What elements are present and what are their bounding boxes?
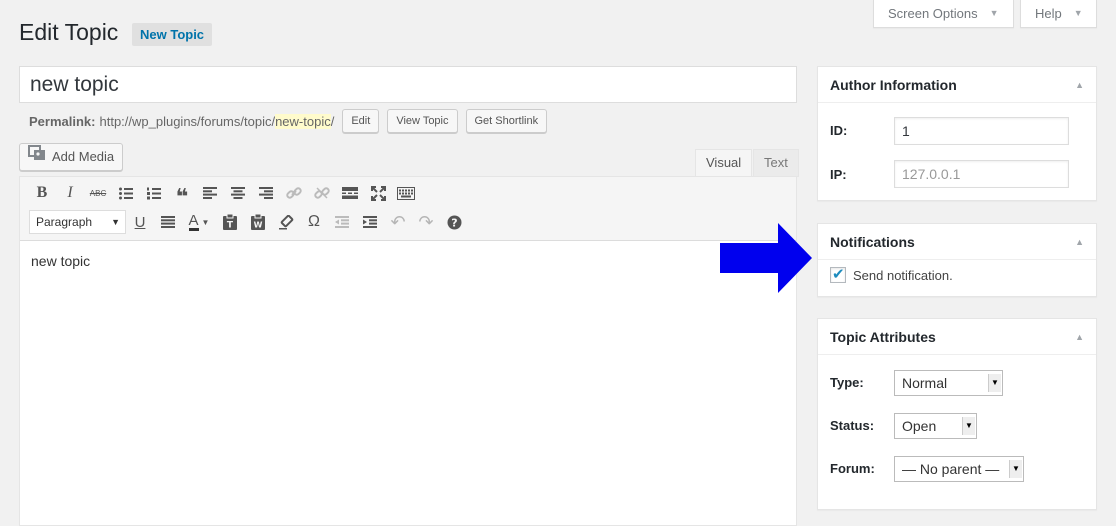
topic-attributes-header[interactable]: Topic Attributes ▲ — [818, 319, 1096, 355]
author-ip-row: IP: — [830, 167, 847, 182]
media-icon — [28, 144, 46, 170]
notifications-header[interactable]: Notifications ▲ — [818, 224, 1096, 260]
send-notification-row: Send notification. — [830, 265, 953, 283]
topic-attributes-title: Topic Attributes — [830, 329, 936, 345]
link-icon[interactable] — [280, 181, 308, 205]
add-media-button[interactable]: Add Media — [19, 143, 124, 171]
chevron-down-icon: ▼ — [989, 8, 999, 18]
unlink-icon[interactable] — [308, 181, 336, 205]
forum-row: Forum: — [830, 461, 875, 476]
svg-text:W: W — [254, 221, 263, 230]
add-media-label: Add Media — [52, 149, 115, 164]
svg-text:?: ? — [451, 216, 457, 229]
paste-word-icon[interactable]: W — [244, 210, 272, 234]
permalink-trail: / — [330, 113, 335, 129]
numbered-list-icon[interactable] — [140, 181, 168, 205]
notifications-title: Notifications — [830, 234, 915, 250]
send-notification-checkbox[interactable] — [830, 265, 846, 283]
read-more-icon[interactable] — [336, 181, 364, 205]
paste-text-icon[interactable]: T — [216, 210, 244, 234]
chevron-down-icon: ▼ — [111, 217, 120, 227]
help-tab[interactable]: Help ▼ — [1020, 0, 1097, 28]
arrow-annotation — [720, 223, 812, 296]
author-id-field[interactable]: 1 — [894, 117, 1069, 145]
tab-text[interactable]: Text — [753, 149, 799, 177]
permalink-label: Permalink: — [29, 113, 96, 129]
bold-icon[interactable]: B — [28, 181, 56, 205]
text-color-icon[interactable]: A ▼ — [182, 210, 216, 234]
topic-attributes-box: Topic Attributes ▲ Type: Normal ▼ Status… — [817, 318, 1097, 510]
format-select[interactable]: Paragraph ▼ — [29, 210, 126, 234]
author-ip-field[interactable]: 127.0.0.1 — [894, 160, 1069, 188]
content-editor: B I ABC ❝ Paragraph ▼ U A ▼ T W Ω ↶ ↷ ? … — [19, 176, 797, 526]
author-information-title: Author Information — [830, 77, 957, 93]
type-row: Type: — [830, 375, 864, 390]
align-right-icon[interactable] — [252, 181, 280, 205]
status-label: Status: — [830, 418, 875, 433]
status-select[interactable]: Open ▼ — [894, 413, 977, 439]
type-select[interactable]: Normal ▼ — [894, 370, 1003, 396]
permalink-base: http://wp_plugins/forums/topic/ — [99, 113, 276, 129]
forum-select-value: — No parent — — [902, 461, 1000, 477]
indent-icon[interactable] — [356, 210, 384, 234]
bullet-list-icon[interactable] — [112, 181, 140, 205]
status-select-value: Open — [902, 418, 937, 434]
new-topic-button[interactable]: New Topic — [132, 23, 213, 46]
type-label: Type: — [830, 375, 864, 390]
author-id-row: ID: — [830, 123, 847, 138]
author-information-header[interactable]: Author Information ▲ — [818, 67, 1096, 103]
notifications-box: Notifications ▲ Send notification. — [817, 223, 1097, 297]
collapse-icon[interactable]: ▲ — [1075, 224, 1084, 260]
toolbar-row-2: Paragraph ▼ U A ▼ T W Ω ↶ ↷ ? — [28, 209, 468, 235]
dropdown-arrow-icon: ▼ — [1009, 460, 1022, 478]
blockquote-icon[interactable]: ❝ — [168, 181, 196, 209]
status-row: Status: — [830, 418, 874, 433]
undo-icon[interactable]: ↶ — [384, 210, 412, 234]
permalink-url[interactable]: http://wp_plugins/forums/topic/new-topic… — [99, 113, 335, 129]
svg-text:T: T — [227, 221, 234, 231]
align-left-icon[interactable] — [196, 181, 224, 205]
author-information-box: Author Information ▲ ID: 1 IP: 127.0.0.1 — [817, 66, 1097, 201]
special-character-icon[interactable]: Ω — [300, 210, 328, 234]
forum-select[interactable]: — No parent — ▼ — [894, 456, 1024, 482]
page-title: Edit Topic — [19, 19, 119, 45]
clear-formatting-icon[interactable] — [272, 210, 300, 234]
edit-permalink-button[interactable]: Edit — [342, 109, 380, 133]
toolbar-row-1: B I ABC ❝ — [28, 181, 420, 209]
permalink-slug: new-topic — [275, 113, 331, 129]
help-icon[interactable]: ? — [440, 210, 468, 234]
toolbar-toggle-icon[interactable] — [392, 181, 420, 205]
outdent-icon[interactable] — [328, 210, 356, 234]
strikethrough-icon[interactable]: ABC — [84, 181, 112, 205]
send-notification-label[interactable]: Send notification. — [853, 268, 953, 283]
screen-options-label: Screen Options — [888, 6, 978, 21]
tab-visual[interactable]: Visual — [695, 149, 753, 177]
fullscreen-icon[interactable] — [364, 181, 392, 205]
title-input[interactable]: new topic — [19, 66, 797, 103]
redo-icon[interactable]: ↷ — [412, 210, 440, 234]
author-ip-label: IP: — [830, 167, 847, 182]
format-select-value: Paragraph — [36, 215, 93, 229]
collapse-icon[interactable]: ▲ — [1075, 67, 1084, 103]
chevron-down-icon: ▼ — [1073, 8, 1083, 18]
view-topic-button[interactable]: View Topic — [387, 109, 458, 133]
editor-content[interactable]: new topic — [31, 253, 90, 269]
forum-label: Forum: — [830, 461, 875, 476]
get-shortlink-button[interactable]: Get Shortlink — [465, 109, 548, 133]
editor-toolbar: B I ABC ❝ Paragraph ▼ U A ▼ T W Ω ↶ ↷ ? — [20, 177, 796, 241]
permalink-bar: Permalink: http://wp_plugins/forums/topi… — [29, 109, 548, 133]
justify-icon[interactable] — [154, 210, 182, 234]
dropdown-arrow-icon: ▼ — [962, 417, 975, 435]
italic-icon[interactable]: I — [56, 181, 84, 205]
help-label: Help — [1035, 6, 1062, 21]
underline-icon[interactable]: U — [126, 210, 154, 234]
dropdown-arrow-icon: ▼ — [988, 374, 1001, 392]
align-center-icon[interactable] — [224, 181, 252, 205]
author-id-label: ID: — [830, 123, 848, 138]
collapse-icon[interactable]: ▲ — [1075, 319, 1084, 355]
type-select-value: Normal — [902, 375, 948, 391]
screen-options-tab[interactable]: Screen Options ▼ — [873, 0, 1014, 28]
